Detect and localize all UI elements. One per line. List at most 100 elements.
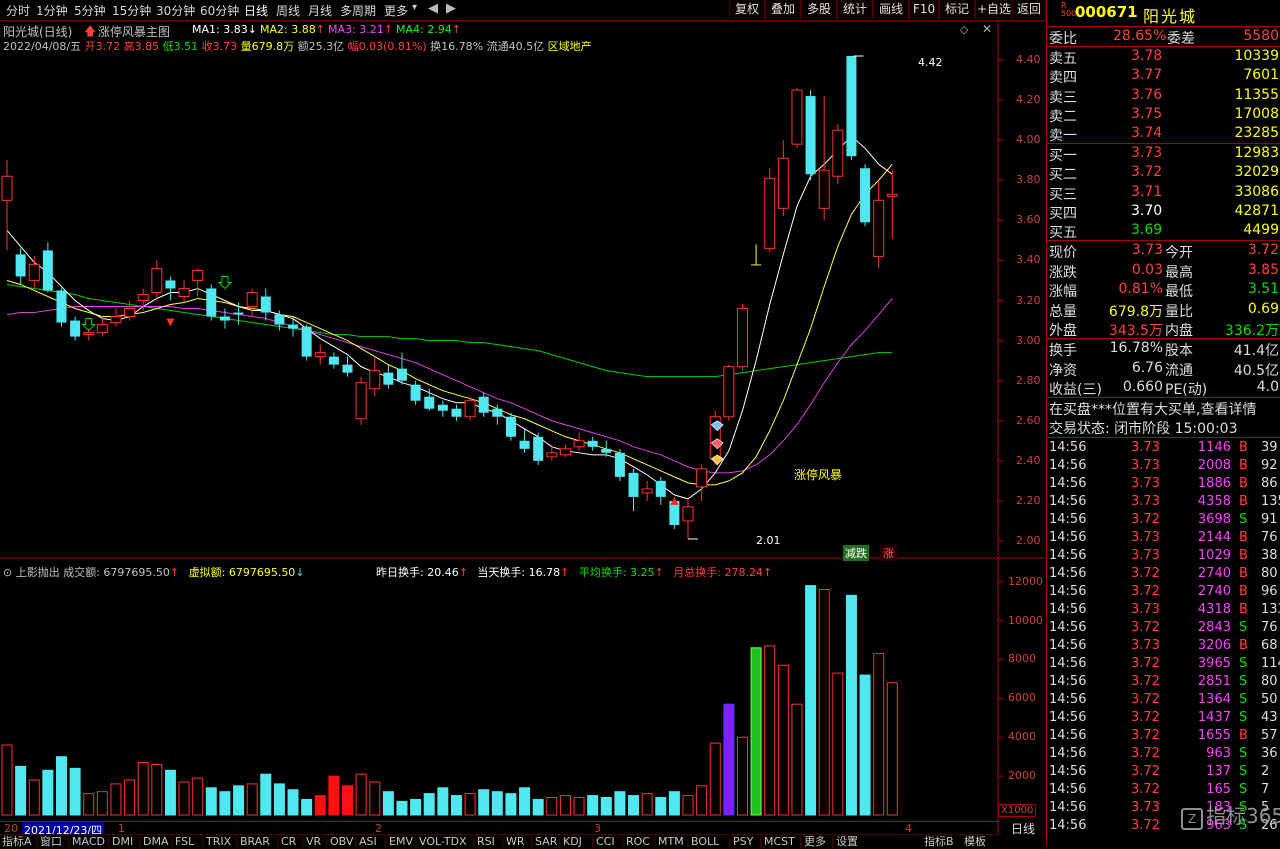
stat-row: 现价 3.73 今开 3.72	[1049, 242, 1279, 261]
tab-13[interactable]: VOL-TDX	[419, 835, 467, 849]
tick-row[interactable]: 14:56 3.72 2843 S 76	[1047, 619, 1280, 637]
period-label[interactable]: 日线	[1000, 820, 1046, 836]
trade-status: 交易状态: 闭市阶段 15:00:03	[1049, 421, 1238, 437]
candle-up	[124, 308, 136, 318]
tick-row[interactable]: 14:56 3.72 165 S 7	[1047, 781, 1280, 799]
bids-row[interactable]: 买三 3.71 33086	[1047, 183, 1280, 203]
tab-1[interactable]: 窗口	[40, 835, 62, 849]
tick-row[interactable]: 14:56 3.72 1437 S 43	[1047, 709, 1280, 727]
candle-up	[641, 488, 653, 494]
asks-row[interactable]: 卖五 3.78 10339	[1047, 47, 1280, 67]
price-tick: 4.40	[1016, 53, 1041, 66]
tick-row[interactable]: 14:56 3.72 2851 S 80	[1047, 673, 1280, 691]
bids-row[interactable]: 买二 3.72 32029	[1047, 163, 1280, 183]
volume-bar	[314, 795, 326, 816]
tab-22[interactable]: PSY	[733, 835, 753, 849]
volume-bar	[668, 791, 680, 816]
tick-row[interactable]: 14:56 3.72 3698 S 91	[1047, 511, 1280, 529]
price-tick: 2.40	[1016, 453, 1041, 467]
tab-23[interactable]: MCST	[764, 835, 795, 849]
tab-template[interactable]: 模板	[964, 835, 986, 849]
tick-row[interactable]: 14:56 3.72 963 S 36	[1047, 745, 1280, 763]
tab-20[interactable]: MTM	[658, 835, 684, 849]
tick-row[interactable]: 14:56 3.72 1655 B 57	[1047, 727, 1280, 745]
asks-row[interactable]: 卖四 3.77 7601	[1047, 66, 1280, 86]
tab-10[interactable]: OBV	[330, 835, 353, 849]
tab-17[interactable]: KDJ	[563, 835, 582, 849]
tab-2[interactable]: MACD	[72, 835, 105, 849]
candle-up	[682, 506, 694, 522]
tab-0[interactable]: 指标A	[2, 835, 32, 849]
tick-row[interactable]: 14:563.734358B135	[1047, 493, 1280, 511]
price-tick: 2.80	[1016, 373, 1041, 387]
volume-bar	[219, 791, 231, 816]
tab-11[interactable]: ASI	[359, 835, 377, 849]
tab-14[interactable]: RSI	[477, 835, 495, 849]
volume-bar	[205, 787, 217, 816]
bids-row[interactable]: 买一 3.73 12983	[1047, 144, 1280, 164]
tick-row[interactable]: 14:56 3.73 1146 B 39	[1047, 439, 1280, 457]
tab-12[interactable]: EMV	[389, 835, 413, 849]
volume-bar	[628, 795, 640, 816]
volume-bar	[96, 791, 108, 816]
asks-row[interactable]: 卖一 3.74 23285	[1047, 124, 1280, 144]
candle-down	[655, 480, 666, 497]
tick-row[interactable]: 14:56 3.73 1886 B 86	[1047, 475, 1280, 493]
volume-bar	[723, 703, 735, 816]
volume-bar	[478, 789, 490, 816]
tab-7[interactable]: BRAR	[240, 835, 270, 849]
kline-chart[interactable]	[0, 0, 1046, 846]
tick-row[interactable]: 14:563.723965S114	[1047, 655, 1280, 673]
tab-9[interactable]: VR	[306, 835, 321, 849]
tick-row[interactable]: 14:56 3.73 2008 B 92	[1047, 457, 1280, 475]
candle-up	[28, 263, 40, 281]
tab-6[interactable]: TRIX	[206, 835, 231, 849]
tick-row[interactable]: 14:56 3.73 2144 B 76	[1047, 529, 1280, 547]
tab-5[interactable]: FSL	[175, 835, 194, 849]
candle-up	[791, 89, 803, 145]
candle-down	[288, 324, 299, 329]
tick-row[interactable]: 14:563.734318B133	[1047, 601, 1280, 619]
tab-19[interactable]: ROC	[626, 835, 650, 849]
settings-icon[interactable]: ⊙	[3, 566, 12, 579]
signal-label: 涨停风暴	[794, 468, 843, 482]
asks-row[interactable]: 卖三 3.76 11355	[1047, 86, 1280, 106]
tick-row[interactable]: 14:56 3.73 3206 B 68	[1047, 637, 1280, 655]
tab-8[interactable]: CR	[281, 835, 296, 849]
big-order-notice[interactable]: 在买盘***位置有大买单,查看详情	[1049, 399, 1256, 419]
asks-row[interactable]: 卖二 3.75 17008	[1047, 105, 1280, 125]
tick-row[interactable]: 14:56 3.73 1029 B 38	[1047, 547, 1280, 565]
tab-24[interactable]: 更多	[804, 835, 826, 849]
tab-4[interactable]: DMA	[143, 835, 169, 849]
candle-down	[505, 416, 516, 437]
turnover-line: 昨日换手: 20.46↑ 当天换手: 16.78↑ 平均换手: 3.25↑ 月总…	[376, 566, 773, 579]
volume-bar	[559, 795, 571, 816]
tick-row[interactable]: 14:56 3.72 137 S 2	[1047, 763, 1280, 781]
tick-row[interactable]: 14:56 3.72 1364 S 50	[1047, 691, 1280, 709]
volume-bar	[151, 763, 163, 816]
tab-16[interactable]: SAR	[535, 835, 557, 849]
price-tick: 3.20	[1016, 293, 1041, 307]
tick-row[interactable]: 14:56 3.72 2740 B 80	[1047, 565, 1280, 583]
candle-up	[246, 291, 258, 308]
volume-bar	[246, 783, 258, 816]
candle-down	[396, 368, 407, 381]
tab-18[interactable]: CCI	[596, 835, 615, 849]
tab-25[interactable]: 设置	[836, 835, 858, 849]
candle-down	[42, 250, 53, 291]
price-tick: 2.20	[1016, 493, 1041, 507]
tab-indicator-b[interactable]: 指标B	[924, 835, 954, 849]
tab-21[interactable]: BOLL	[691, 835, 719, 849]
volume-bar	[873, 653, 885, 816]
volume-bar	[396, 800, 408, 816]
bids-row[interactable]: 买五 3.69 4499	[1047, 221, 1280, 241]
low-mark: 2.01	[756, 534, 781, 547]
bids-row[interactable]: 买四 3.70 42871	[1047, 202, 1280, 222]
tab-3[interactable]: DMI	[112, 835, 133, 849]
volume-bar	[491, 791, 503, 816]
tick-row[interactable]: 14:56 3.72 2740 B 96	[1047, 583, 1280, 601]
volume-bar	[696, 785, 708, 816]
tab-15[interactable]: WR	[506, 835, 525, 849]
candle-up	[546, 452, 558, 458]
volume-bar	[342, 785, 353, 816]
